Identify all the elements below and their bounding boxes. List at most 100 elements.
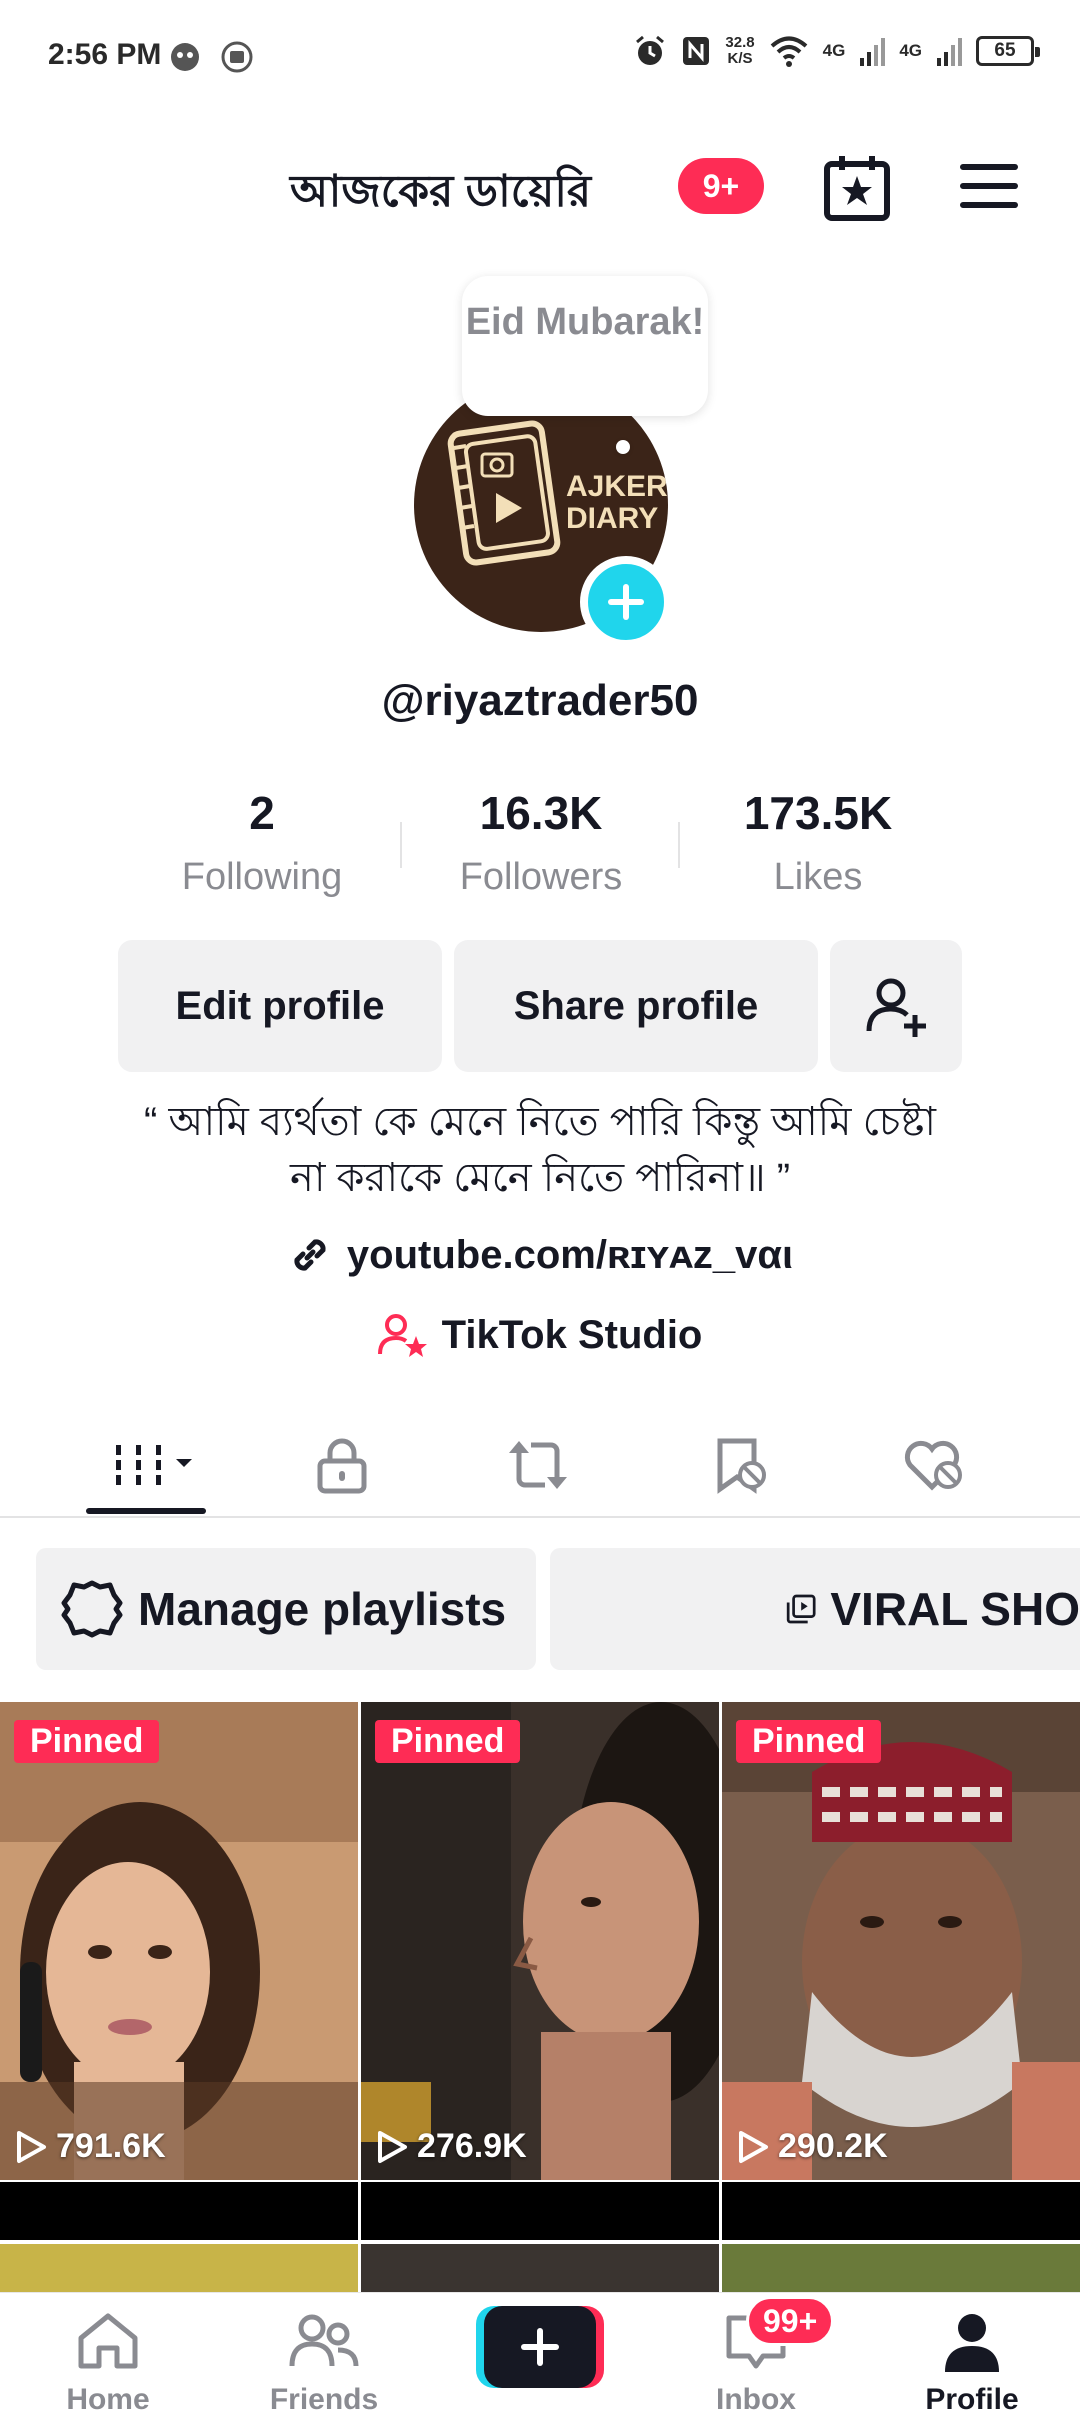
status-right-icons: 32.8 K/S 4G 4G 65 (633, 34, 1040, 68)
stat-likes[interactable]: 173.5K Likes (688, 786, 948, 899)
media-app-icon (221, 41, 253, 73)
battery-icon: 65 (976, 36, 1040, 66)
signal-2-icon (937, 38, 962, 66)
nav-profile[interactable]: Profile (892, 2310, 1052, 2417)
tab-liked[interactable] (894, 1430, 974, 1500)
heart-hidden-icon (904, 1440, 962, 1491)
nav-friends-label: Friends (269, 2383, 379, 2416)
profile-link[interactable]: youtube.com/ʀɪʏᴀᴢ_vαι (0, 1232, 1080, 1278)
video-thumbnail[interactable]: Pinned 276.9K (361, 1702, 719, 2180)
tab-private[interactable] (302, 1430, 382, 1500)
pinned-badge: Pinned (375, 1720, 521, 1763)
alarm-icon (636, 35, 665, 65)
notification-app-icon (171, 43, 199, 71)
signal-1-label: 4G (822, 41, 846, 60)
profile-link-text[interactable]: youtube.com/ʀɪʏᴀᴢ_vαι (347, 1233, 793, 1278)
svg-text:DIARY: DIARY (566, 502, 658, 535)
share-profile-button[interactable]: Share profile (454, 940, 818, 1072)
likes-count: 173.5K (743, 787, 893, 839)
video-thumbnail-partial[interactable] (0, 2244, 358, 2296)
status-time: 2:56 PM (48, 38, 162, 71)
tab-reposts[interactable] (498, 1430, 578, 1500)
bookmark-hidden-icon (717, 1438, 766, 1494)
likes-label: Likes (773, 856, 863, 898)
inbox-badge: 99+ (746, 2296, 835, 2346)
plus-icon (608, 584, 644, 620)
nav-home-label: Home (66, 2383, 150, 2416)
pinned-badge: Pinned (736, 1720, 882, 1763)
view-count: 791.6K (14, 2127, 166, 2166)
view-count: 290.2K (736, 2127, 888, 2166)
playlist-label: VIRAL SHO (830, 1583, 1080, 1635)
username: @riyaztrader50 (381, 676, 699, 725)
signal-2-label: 4G (899, 41, 922, 60)
create-plus-icon (476, 2306, 604, 2388)
stat-divider (678, 822, 680, 868)
play-outline-icon (17, 2130, 46, 2163)
video-thumbnail-image (0, 1702, 358, 2180)
calendar-star-button[interactable] (822, 152, 892, 222)
page-title[interactable]: আজকের ডায়েরি (290, 158, 591, 231)
video-thumbnail-image (722, 1702, 1080, 2180)
play-outline-icon (739, 2130, 768, 2163)
playlist-icon (786, 1594, 816, 1624)
svg-text:AJKER: AJKER (566, 470, 668, 503)
bio-line-2: না করাকে মেনে নিতে পারিনা॥ ” (289, 1156, 791, 1200)
manage-playlists-label: Manage playlists (138, 1583, 507, 1635)
following-count: 2 (249, 787, 275, 839)
content-tabs (0, 1410, 1080, 1518)
calendar-star-icon (824, 156, 890, 221)
edit-profile-button[interactable]: Edit profile (118, 940, 442, 1072)
thumbnail-bottom-strip (0, 2182, 1080, 2240)
add-story-button[interactable] (580, 556, 672, 648)
playlist-chip[interactable]: VIRAL SHO (550, 1548, 1080, 1670)
video-thumbnail[interactable]: Pinned 290.2K (722, 1702, 1080, 2180)
followers-count: 16.3K (479, 787, 603, 839)
add-friend-button[interactable] (830, 940, 962, 1072)
nfc-icon (683, 37, 710, 65)
view-count: 276.9K (375, 2127, 527, 2166)
followers-label: Followers (459, 856, 623, 898)
creator-star-icon (377, 1314, 427, 1357)
stat-following[interactable]: 2 Following (132, 786, 392, 899)
active-tab-indicator (86, 1508, 206, 1514)
add-user-icon (866, 978, 926, 1037)
stat-followers[interactable]: 16.3K Followers (411, 786, 671, 899)
nav-inbox-label: Inbox (716, 2383, 796, 2416)
tab-favorites[interactable] (700, 1430, 780, 1500)
wifi-icon (770, 36, 807, 67)
bio-line-1: “ আমি ব্যর্থতা কে মেনে নিতে পারি কিন্তু … (144, 1100, 936, 1144)
nav-friends[interactable]: Friends (244, 2310, 404, 2417)
tab-videos[interactable] (108, 1430, 202, 1500)
repost-icon (509, 1441, 567, 1489)
link-icon (294, 1239, 326, 1271)
grid-divider (719, 2182, 722, 2240)
tiktok-studio-label[interactable]: TikTok Studio (442, 1313, 703, 1358)
stat-divider (400, 822, 402, 868)
speech-bubble-tail (616, 440, 630, 454)
menu-button[interactable] (958, 160, 1020, 212)
nav-home[interactable]: Home (28, 2310, 188, 2417)
video-thumbnail-partial[interactable] (722, 2244, 1080, 2296)
speech-bubble[interactable]: Eid Mubarak! (462, 276, 708, 416)
manage-playlists-button[interactable]: Manage playlists (36, 1548, 536, 1670)
tiktok-studio-link[interactable]: TikTok Studio (0, 1312, 1080, 1358)
profile-icon (945, 2314, 999, 2372)
home-icon (78, 2313, 138, 2369)
nav-profile-label: Profile (925, 2383, 1019, 2416)
video-thumbnail-partial[interactable] (361, 2244, 719, 2296)
pinned-badge: Pinned (14, 1720, 160, 1763)
status-bar: 2:56 PM 32.8 K/S 4G 4G 65 (0, 0, 1080, 116)
lock-icon (317, 1438, 367, 1494)
following-label: Following (181, 856, 343, 898)
signal-1-icon (860, 38, 886, 66)
play-outline-icon (378, 2130, 407, 2163)
status-left-icons (168, 40, 254, 74)
video-thumbnail-image (361, 1702, 719, 2180)
title-notification-badge: 9+ (678, 158, 764, 214)
hamburger-menu-icon (960, 164, 1018, 208)
video-thumbnail[interactable]: Pinned 791.6K (0, 1702, 358, 2180)
create-button[interactable] (476, 2306, 604, 2388)
network-speed: 32.8 K/S (725, 34, 755, 67)
grid-divider (358, 2182, 361, 2240)
